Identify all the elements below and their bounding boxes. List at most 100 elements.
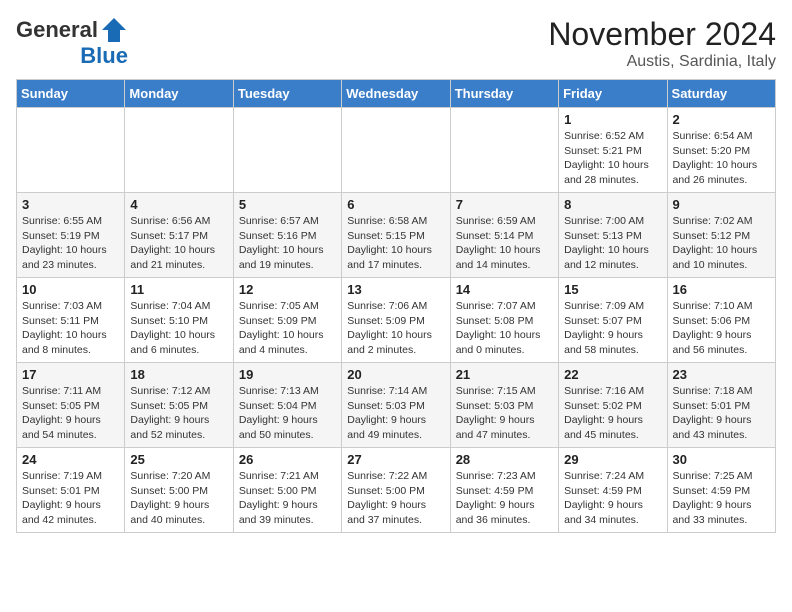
day-detail: Sunrise: 7:02 AM Sunset: 5:12 PM Dayligh… (673, 214, 770, 273)
day-detail: Sunrise: 7:21 AM Sunset: 5:00 PM Dayligh… (239, 469, 336, 528)
day-number: 6 (347, 197, 444, 212)
day-number: 12 (239, 282, 336, 297)
day-number: 21 (456, 367, 553, 382)
weekday-header-sunday: Sunday (17, 80, 125, 108)
day-detail: Sunrise: 7:09 AM Sunset: 5:07 PM Dayligh… (564, 299, 661, 358)
weekday-header-saturday: Saturday (667, 80, 775, 108)
calendar-cell (342, 108, 450, 193)
day-detail: Sunrise: 7:12 AM Sunset: 5:05 PM Dayligh… (130, 384, 227, 443)
day-number: 15 (564, 282, 661, 297)
calendar-cell: 18Sunrise: 7:12 AM Sunset: 5:05 PM Dayli… (125, 363, 233, 448)
calendar-table: SundayMondayTuesdayWednesdayThursdayFrid… (16, 79, 776, 533)
calendar-cell: 4 Sunrise: 6:56 AM Sunset: 5:17 PM Daylig… (125, 193, 233, 278)
calendar-cell: 27Sunrise: 7:22 AM Sunset: 5:00 PM Dayli… (342, 448, 450, 533)
calendar-cell: 13Sunrise: 7:06 AM Sunset: 5:09 PM Dayli… (342, 278, 450, 363)
day-number: 28 (456, 452, 553, 467)
day-detail: Sunrise: 7:18 AM Sunset: 5:01 PM Dayligh… (673, 384, 770, 443)
day-detail: Sunrise: 6:57 AM Sunset: 5:16 PM Dayligh… (239, 214, 336, 273)
day-detail: Sunrise: 6:54 AM Sunset: 5:20 PM Dayligh… (673, 129, 770, 188)
weekday-header-monday: Monday (125, 80, 233, 108)
day-number: 9 (673, 197, 770, 212)
day-number: 7 (456, 197, 553, 212)
calendar-cell (125, 108, 233, 193)
calendar-cell: 15 Sunrise: 7:09 AM Sunset: 5:07 PM Dayli… (559, 278, 667, 363)
day-detail: Sunrise: 6:55 AM Sunset: 5:19 PM Dayligh… (22, 214, 119, 273)
day-detail: Sunrise: 7:11 AM Sunset: 5:05 PM Dayligh… (22, 384, 119, 443)
day-number: 2 (673, 112, 770, 127)
day-number: 29 (564, 452, 661, 467)
weekday-header-wednesday: Wednesday (342, 80, 450, 108)
week-row-5: 24Sunrise: 7:19 AM Sunset: 5:01 PM Dayli… (17, 448, 776, 533)
calendar-cell: 24Sunrise: 7:19 AM Sunset: 5:01 PM Dayli… (17, 448, 125, 533)
calendar-cell: 12Sunrise: 7:05 AM Sunset: 5:09 PM Dayli… (233, 278, 341, 363)
calendar-cell: 19Sunrise: 7:13 AM Sunset: 5:04 PM Dayli… (233, 363, 341, 448)
day-number: 22 (564, 367, 661, 382)
day-detail: Sunrise: 7:07 AM Sunset: 5:08 PM Dayligh… (456, 299, 553, 358)
calendar-cell: 14Sunrise: 7:07 AM Sunset: 5:08 PM Dayli… (450, 278, 558, 363)
calendar-cell: 17 Sunrise: 7:11 AM Sunset: 5:05 PM Dayli… (17, 363, 125, 448)
day-detail: Sunrise: 6:58 AM Sunset: 5:15 PM Dayligh… (347, 214, 444, 273)
calendar-cell: 10Sunrise: 7:03 AM Sunset: 5:11 PM Dayli… (17, 278, 125, 363)
day-detail: Sunrise: 7:20 AM Sunset: 5:00 PM Dayligh… (130, 469, 227, 528)
weekday-header-thursday: Thursday (450, 80, 558, 108)
month-title: November 2024 (548, 16, 776, 53)
calendar-body: 1Sunrise: 6:52 AM Sunset: 5:21 PM Daylig… (17, 108, 776, 533)
week-row-3: 10Sunrise: 7:03 AM Sunset: 5:11 PM Dayli… (17, 278, 776, 363)
day-detail: Sunrise: 7:25 AM Sunset: 4:59 PM Dayligh… (673, 469, 770, 528)
day-number: 4 (130, 197, 227, 212)
day-detail: Sunrise: 7:15 AM Sunset: 5:03 PM Dayligh… (456, 384, 553, 443)
calendar-cell: 5 Sunrise: 6:57 AM Sunset: 5:16 PM Daylig… (233, 193, 341, 278)
day-detail: Sunrise: 7:04 AM Sunset: 5:10 PM Dayligh… (130, 299, 227, 358)
calendar-cell: 11 Sunrise: 7:04 AM Sunset: 5:10 PM Dayli… (125, 278, 233, 363)
weekday-header-row: SundayMondayTuesdayWednesdayThursdayFrid… (17, 80, 776, 108)
day-detail: Sunrise: 7:23 AM Sunset: 4:59 PM Dayligh… (456, 469, 553, 528)
calendar-cell: 28 Sunrise: 7:23 AM Sunset: 4:59 PM Dayli… (450, 448, 558, 533)
calendar-cell: 30 Sunrise: 7:25 AM Sunset: 4:59 PM Dayli… (667, 448, 775, 533)
calendar-cell: 1Sunrise: 6:52 AM Sunset: 5:21 PM Daylig… (559, 108, 667, 193)
calendar-cell: 9 Sunrise: 7:02 AM Sunset: 5:12 PM Daylig… (667, 193, 775, 278)
day-number: 23 (673, 367, 770, 382)
logo: General Blue (16, 16, 128, 68)
calendar-cell: 2 Sunrise: 6:54 AM Sunset: 5:20 PM Daylig… (667, 108, 775, 193)
day-number: 8 (564, 197, 661, 212)
calendar-cell: 16 Sunrise: 7:10 AM Sunset: 5:06 PM Dayli… (667, 278, 775, 363)
day-number: 20 (347, 367, 444, 382)
day-detail: Sunrise: 7:24 AM Sunset: 4:59 PM Dayligh… (564, 469, 661, 528)
calendar-cell: 29 Sunrise: 7:24 AM Sunset: 4:59 PM Dayli… (559, 448, 667, 533)
calendar-cell: 6 Sunrise: 6:58 AM Sunset: 5:15 PM Daylig… (342, 193, 450, 278)
day-detail: Sunrise: 7:14 AM Sunset: 5:03 PM Dayligh… (347, 384, 444, 443)
location: Austis, Sardinia, Italy (548, 53, 776, 71)
day-detail: Sunrise: 6:52 AM Sunset: 5:21 PM Dayligh… (564, 129, 661, 188)
logo-icon (100, 16, 128, 44)
day-detail: Sunrise: 7:00 AM Sunset: 5:13 PM Dayligh… (564, 214, 661, 273)
calendar-cell: 7 Sunrise: 6:59 AM Sunset: 5:14 PM Daylig… (450, 193, 558, 278)
calendar-cell: 3Sunrise: 6:55 AM Sunset: 5:19 PM Daylig… (17, 193, 125, 278)
day-number: 17 (22, 367, 119, 382)
calendar-cell: 8 Sunrise: 7:00 AM Sunset: 5:13 PM Daylig… (559, 193, 667, 278)
week-row-1: 1Sunrise: 6:52 AM Sunset: 5:21 PM Daylig… (17, 108, 776, 193)
weekday-header-friday: Friday (559, 80, 667, 108)
day-detail: Sunrise: 7:10 AM Sunset: 5:06 PM Dayligh… (673, 299, 770, 358)
logo-general: General (16, 18, 98, 42)
calendar-cell: 26 Sunrise: 7:21 AM Sunset: 5:00 PM Dayli… (233, 448, 341, 533)
day-detail: Sunrise: 7:06 AM Sunset: 5:09 PM Dayligh… (347, 299, 444, 358)
week-row-4: 17 Sunrise: 7:11 AM Sunset: 5:05 PM Dayli… (17, 363, 776, 448)
day-number: 16 (673, 282, 770, 297)
day-detail: Sunrise: 6:56 AM Sunset: 5:17 PM Dayligh… (130, 214, 227, 273)
day-number: 10 (22, 282, 119, 297)
day-number: 30 (673, 452, 770, 467)
title-block: November 2024 Austis, Sardinia, Italy (548, 16, 776, 71)
page-header: General Blue November 2024 Austis, Sardi… (16, 16, 776, 71)
calendar-cell: 25 Sunrise: 7:20 AM Sunset: 5:00 PM Dayli… (125, 448, 233, 533)
day-number: 19 (239, 367, 336, 382)
day-number: 25 (130, 452, 227, 467)
calendar-cell: 21 Sunrise: 7:15 AM Sunset: 5:03 PM Dayli… (450, 363, 558, 448)
logo-blue: Blue (80, 44, 128, 68)
day-number: 11 (130, 282, 227, 297)
day-number: 5 (239, 197, 336, 212)
day-number: 26 (239, 452, 336, 467)
calendar-header: SundayMondayTuesdayWednesdayThursdayFrid… (17, 80, 776, 108)
calendar-cell (17, 108, 125, 193)
day-detail: Sunrise: 6:59 AM Sunset: 5:14 PM Dayligh… (456, 214, 553, 273)
day-detail: Sunrise: 7:22 AM Sunset: 5:00 PM Dayligh… (347, 469, 444, 528)
